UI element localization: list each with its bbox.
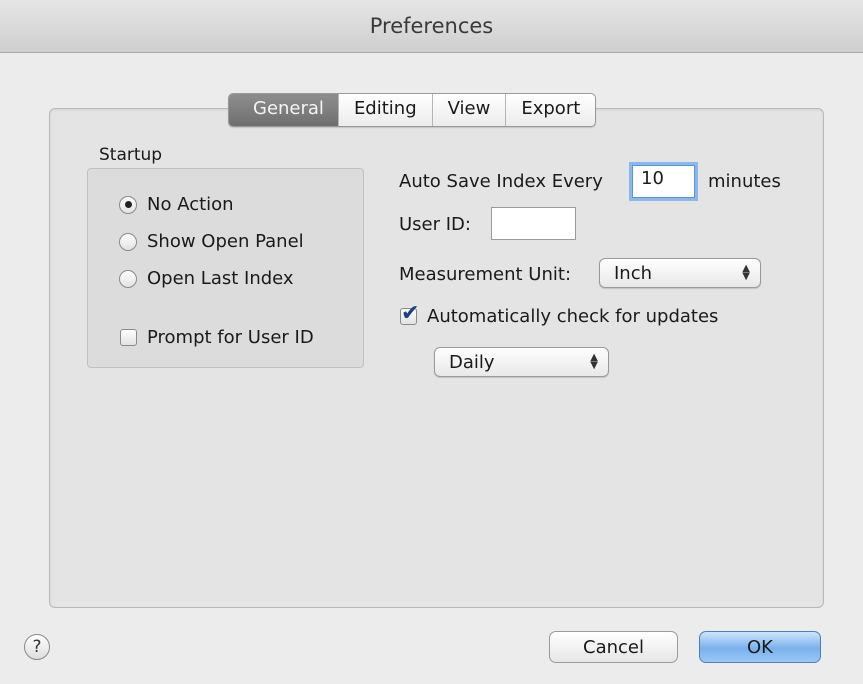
question-mark-icon: ? <box>32 637 42 657</box>
radio-show-open-panel[interactable]: Show Open Panel <box>119 231 304 252</box>
tab-editing[interactable]: Editing <box>337 94 432 126</box>
tab-general[interactable]: General <box>229 94 338 126</box>
chevron-up-down-icon: ▲ ▼ <box>742 263 750 282</box>
auto-update-checkbox[interactable]: ✔ Automatically check for updates <box>400 301 719 327</box>
update-frequency-value: Daily <box>449 351 495 373</box>
radio-selected-icon[interactable] <box>119 195 137 214</box>
cancel-button[interactable]: Cancel <box>549 631 678 663</box>
radio-unselected-icon[interactable] <box>119 269 137 288</box>
chevron-up-down-icon: ▲ ▼ <box>590 352 598 371</box>
user-id-input[interactable] <box>491 207 576 240</box>
autosave-unit-label: minutes <box>708 171 781 192</box>
title-bar[interactable]: Preferences <box>0 0 863 53</box>
tab-view[interactable]: View <box>431 94 506 126</box>
measurement-unit-value: Inch <box>614 262 653 284</box>
prompt-user-id-checkbox[interactable]: Prompt for User ID <box>120 327 314 348</box>
update-frequency-select[interactable]: Daily ▲ ▼ <box>434 347 609 377</box>
help-button[interactable]: ? <box>24 634 50 660</box>
checkbox-unchecked-icon[interactable] <box>120 329 137 346</box>
ok-button[interactable]: OK <box>699 631 821 663</box>
radio-label: Show Open Panel <box>147 231 304 252</box>
checkbox-label: Automatically check for updates <box>427 306 719 327</box>
measurement-unit-label: Measurement Unit: <box>399 264 572 285</box>
radio-label: No Action <box>147 194 234 215</box>
radio-label: Open Last Index <box>147 268 294 289</box>
tab-export[interactable]: Export <box>505 94 595 126</box>
radio-open-last-index[interactable]: Open Last Index <box>119 268 294 289</box>
measurement-unit-select[interactable]: Inch ▲ ▼ <box>599 258 761 288</box>
radio-no-action[interactable]: No Action <box>119 194 234 215</box>
user-id-label: User ID: <box>399 214 471 235</box>
radio-unselected-icon[interactable] <box>119 232 137 251</box>
autosave-label: Auto Save Index Every <box>399 171 603 192</box>
autosave-minutes-input[interactable]: 10 <box>632 165 695 198</box>
checkbox-checked-icon[interactable]: ✔ <box>400 301 419 326</box>
tab-bar: General Editing View Export <box>228 93 597 127</box>
startup-group-label: Startup <box>99 145 163 165</box>
checkbox-label: Prompt for User ID <box>147 327 314 348</box>
window-title: Preferences <box>369 14 494 38</box>
preferences-window: Preferences General Editing View Export … <box>0 0 863 684</box>
